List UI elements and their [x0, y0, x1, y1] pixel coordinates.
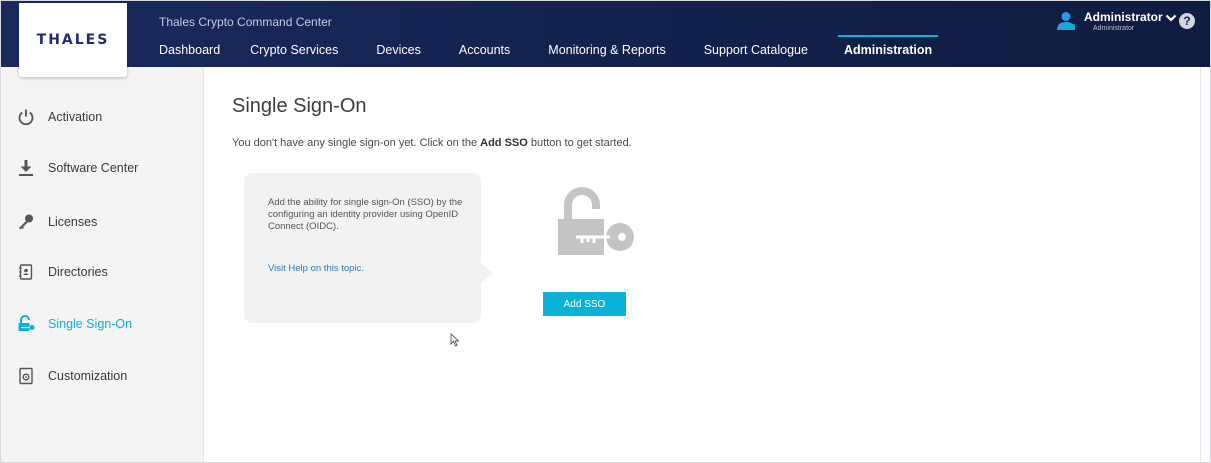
info-card: Add the ability for single sign-On (SSO)… [244, 173, 481, 323]
user-icon [1057, 12, 1075, 30]
nav-dashboard[interactable]: Dashboard [159, 43, 220, 57]
main-content: Single Sign-On You don't have any single… [204, 67, 1210, 462]
sidebar-item-customization[interactable]: Customization [1, 361, 204, 391]
sidebar-item-label: Software Center [48, 161, 139, 175]
nav-support-catalogue[interactable]: Support Catalogue [704, 43, 808, 57]
nav-administration-label: Administration [843, 43, 933, 57]
sidebar-item-software-center[interactable]: Software Center [1, 153, 204, 183]
sidebar-item-single-sign-on[interactable]: Single Sign-On [1, 309, 204, 339]
sidebar-item-label: Directories [48, 265, 108, 279]
info-card-pointer [481, 263, 493, 283]
sidebar: Activation Software Center Licenses Dire… [1, 67, 204, 462]
download-icon [19, 160, 33, 176]
logo-text: THALES [36, 32, 110, 48]
page-description: You don't have any single sign-on yet. C… [232, 137, 632, 149]
lock-key-icon [18, 315, 35, 331]
chevron-down-icon[interactable] [1165, 13, 1177, 23]
contacts-book-icon [19, 264, 33, 280]
thales-logo[interactable]: THALES [19, 3, 127, 77]
sidebar-item-directories[interactable]: Directories [1, 257, 204, 287]
sidebar-item-licenses[interactable]: Licenses [1, 207, 204, 237]
sidebar-item-label: Customization [48, 369, 128, 383]
unlocked-lock-key-icon [558, 187, 634, 255]
mouse-cursor-icon [450, 333, 460, 347]
scrollbar-track[interactable] [1200, 67, 1210, 462]
user-name: Administrator [1084, 10, 1163, 24]
add-sso-button[interactable]: Add SSO [543, 292, 626, 316]
nav-administration[interactable]: Administration [837, 35, 939, 57]
sidebar-item-label: Activation [48, 110, 103, 124]
app-window: Thales Crypto Command Center Dashboard C… [0, 0, 1211, 463]
sidebar-item-label: Single Sign-On [48, 317, 133, 331]
key-icon [19, 214, 33, 230]
help-link[interactable]: Visit Help on this topic. [268, 263, 364, 274]
help-icon[interactable]: ? [1179, 13, 1195, 29]
description-prefix: You don't have any single sign-on yet. C… [232, 137, 481, 149]
top-header: Thales Crypto Command Center Dashboard C… [1, 1, 1210, 67]
sidebar-item-label: Licenses [48, 215, 98, 229]
description-bold: Add SSO [480, 137, 528, 149]
app-title: Thales Crypto Command Center [159, 15, 332, 29]
power-icon [18, 109, 34, 126]
active-nav-indicator [837, 35, 939, 37]
user-role: Administrator [1093, 25, 1135, 32]
nav-devices[interactable]: Devices [376, 43, 420, 57]
nav-crypto-services[interactable]: Crypto Services [250, 43, 338, 57]
main-nav: Dashboard Crypto Services Devices Accoun… [159, 35, 939, 57]
description-suffix: button to get started. [527, 137, 632, 149]
info-text: Add the ability for single sign-On (SSO)… [268, 197, 463, 232]
page-title: Single Sign-On [232, 95, 367, 117]
nav-accounts[interactable]: Accounts [459, 43, 510, 57]
nav-monitoring-reports[interactable]: Monitoring & Reports [548, 43, 665, 57]
settings-document-icon [19, 367, 33, 385]
sidebar-item-activation[interactable]: Activation [1, 102, 204, 132]
